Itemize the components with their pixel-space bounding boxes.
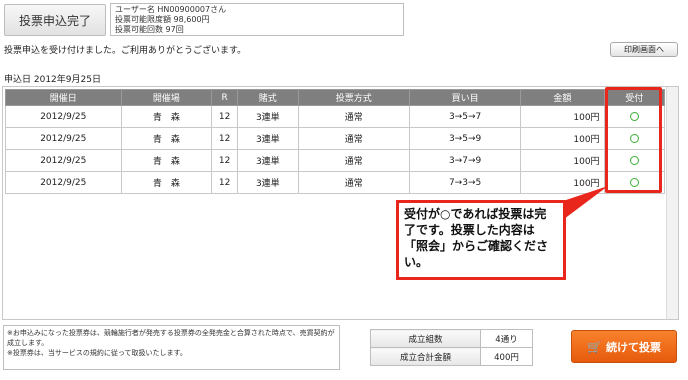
cell-race: 12: [211, 149, 239, 172]
cell-bet-type: 3連単: [237, 171, 299, 194]
print-button[interactable]: 印刷画面へ: [610, 42, 678, 57]
total-value: 400円: [480, 347, 533, 366]
cell-pick: 3→5→7: [408, 105, 522, 128]
cell-pick: 7→3→5: [408, 171, 522, 194]
cell-date: 2012/9/25: [5, 149, 122, 172]
print-button-label: 印刷画面へ: [624, 45, 664, 54]
cell-method: 通常: [297, 149, 410, 172]
page-title: 投票申込完了: [4, 4, 106, 36]
cell-amount: 100円: [520, 171, 605, 194]
note-contract: ※お申込みになった投票券は、競輪施行者が発売する投票券の全発売金と合算された時点…: [7, 329, 335, 347]
cell-bet-type: 3連単: [237, 149, 299, 172]
cell-pick: 3→7→9: [408, 149, 522, 172]
table-row: 2012/9/25 青 森 12 3連単 通常 3→5→9 100円: [5, 127, 666, 150]
cell-venue: 青 森: [120, 105, 213, 128]
table-row: 2012/9/25 青 森 12 3連単 通常 7→3→5 100円: [5, 171, 666, 194]
table-header-row: 開催日 開催場 R 賭式 投票方式 買い目 金額 受付: [5, 89, 666, 106]
user-name: ユーザー名 HN00900007さん: [115, 5, 227, 14]
cell-pick: 3→5→9: [408, 127, 522, 150]
col-date: 開催日: [5, 89, 122, 106]
continue-voting-button[interactable]: 🛒 続けて投票: [571, 330, 677, 363]
vote-count: 投票可能回数 97回: [115, 25, 184, 34]
bets-table: 開催日 開催場 R 賭式 投票方式 買い目 金額 受付 2012/9/25 青 …: [5, 89, 666, 194]
cell-race: 12: [211, 105, 239, 128]
col-pick: 買い目: [408, 89, 522, 106]
summary-table: 成立組数 4通り 成立合計金額 400円: [370, 329, 533, 366]
vote-limit: 投票可能限度額 98,600円: [115, 15, 210, 24]
continue-button-label: 続けて投票: [605, 340, 661, 354]
accepted-column-highlight: [605, 87, 662, 193]
cell-amount: 100円: [520, 149, 605, 172]
cell-date: 2012/9/25: [5, 171, 122, 194]
cell-bet-type: 3連単: [237, 127, 299, 150]
col-race: R: [211, 89, 239, 106]
cell-amount: 100円: [520, 127, 605, 150]
cell-venue: 青 森: [120, 127, 213, 150]
total-label: 成立合計金額: [370, 347, 481, 366]
cell-date: 2012/9/25: [5, 105, 122, 128]
cell-venue: 青 森: [120, 171, 213, 194]
cell-race: 12: [211, 171, 239, 194]
cell-venue: 青 森: [120, 149, 213, 172]
col-venue: 開催場: [120, 89, 213, 106]
col-amount: 金額: [520, 89, 605, 106]
confirmation-message: 投票申込を受け付けました。ご利用ありがとうございます。: [4, 46, 247, 56]
col-bet-type: 賭式: [237, 89, 299, 106]
note-terms: ※投票券は、当サービスの規約に従って取扱いたします。: [7, 349, 187, 357]
cell-race: 12: [211, 127, 239, 150]
table-row: 2012/9/25 青 森 12 3連単 通常 3→7→9 100円: [5, 149, 666, 172]
table-row: 2012/9/25 青 森 12 3連単 通常 3→5→7 100円: [5, 105, 666, 128]
col-method: 投票方式: [297, 89, 410, 106]
cell-date: 2012/9/25: [5, 127, 122, 150]
cell-amount: 100円: [520, 105, 605, 128]
cell-method: 通常: [297, 105, 410, 128]
cell-method: 通常: [297, 171, 410, 194]
callout-box: 受付が○であれば投票は完了です。投票した内容は「照会」からご確認ください。: [396, 200, 566, 280]
notes-box: ※お申込みになった投票券は、競輪施行者が発売する投票券の全発売金と合算された時点…: [3, 325, 340, 370]
summary-row: 成立合計金額 400円: [370, 347, 533, 366]
combos-label: 成立組数: [370, 329, 481, 348]
apply-date: 申込日 2012年9月25日: [4, 75, 101, 85]
summary-row: 成立組数 4通り: [370, 329, 533, 348]
cart-icon: 🛒: [587, 339, 602, 354]
cell-method: 通常: [297, 127, 410, 150]
scrollbar[interactable]: [666, 87, 678, 319]
cell-bet-type: 3連単: [237, 105, 299, 128]
combos-value: 4通り: [480, 329, 533, 348]
bets-panel: 開催日 開催場 R 賭式 投票方式 買い目 金額 受付 2012/9/25 青 …: [2, 86, 679, 320]
user-info-box: ユーザー名 HN00900007さん 投票可能限度額 98,600円 投票可能回…: [110, 3, 404, 36]
